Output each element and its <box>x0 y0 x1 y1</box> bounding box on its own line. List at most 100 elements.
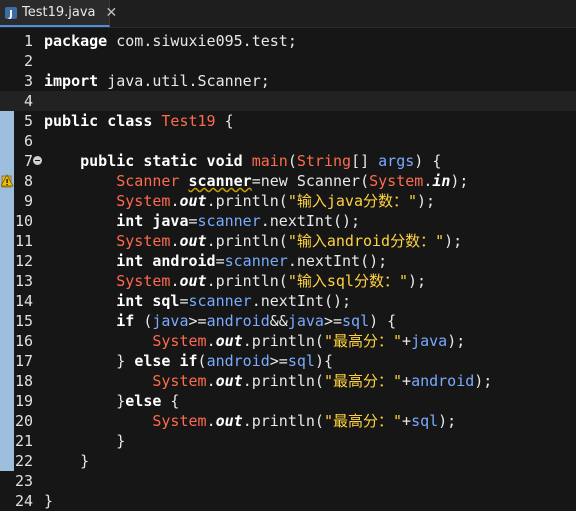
code-line[interactable]: 4 <box>0 91 576 111</box>
code-token: out <box>215 412 243 430</box>
code-text: import java.util.Scanner; <box>44 71 270 91</box>
code-line[interactable]: 13 System.out.println("输入sql分数："); <box>0 271 576 291</box>
code-token: ); <box>474 372 493 390</box>
line-number: 16 <box>14 332 33 350</box>
code-token: } <box>44 452 90 470</box>
code-line[interactable]: 24} <box>0 491 576 511</box>
code-text: int android=scanner.nextInt(); <box>44 251 387 271</box>
warning-icon[interactable] <box>1 174 14 188</box>
close-icon[interactable]: ✕ <box>106 6 118 20</box>
code-token: ( <box>287 152 297 170</box>
line-number: 3 <box>23 72 33 90</box>
code-line[interactable]: 2 <box>0 51 576 71</box>
code-line[interactable]: 19 }else { <box>0 391 576 411</box>
code-token: = <box>179 292 189 310</box>
code-token: + <box>402 332 412 350</box>
code-line[interactable]: 11 System.out.println("输入android分数："); <box>0 231 576 251</box>
code-token: System <box>116 272 171 290</box>
code-line[interactable]: 12 int android=scanner.nextInt(); <box>0 251 576 271</box>
code-line[interactable]: 20 System.out.println("最高分："+sql); <box>0 411 576 431</box>
code-area[interactable]: 1 package com.siwuxie095.test; 2 3 import ja… <box>0 28 576 511</box>
code-token: [] <box>351 152 379 170</box>
code-token: .nextInt(); <box>251 292 352 310</box>
code-token: java.util.Scanner; <box>98 72 270 90</box>
code-line[interactable]: 5 public class Test19 { <box>0 111 576 131</box>
code-line[interactable]: 18 System.out.println("最高分："+android); <box>0 371 576 391</box>
code-token: com.siwuxie095.test; <box>107 32 297 50</box>
tab-title: Test19.java <box>22 5 96 20</box>
code-text: Scanner scanner=new Scanner(System.in); <box>44 171 468 191</box>
code-line[interactable]: 9 System.out.println("输入java分数："); <box>0 191 576 211</box>
fold-toggle-icon[interactable] <box>33 156 42 165</box>
code-text: public class Test19 { <box>44 111 234 131</box>
code-token: System <box>116 232 171 250</box>
code-token: int <box>116 292 144 310</box>
code-token: "输入android分数：" <box>287 232 445 250</box>
code-text: System.out.println("最高分："+android); <box>44 371 492 391</box>
line-number: 19 <box>14 392 33 410</box>
code-token: ){ <box>314 352 333 370</box>
code-line[interactable]: 10 int java=scanner.nextInt(); <box>0 211 576 231</box>
code-token: { <box>161 392 180 410</box>
code-line[interactable]: 3 import java.util.Scanner; <box>0 71 576 91</box>
code-token: import <box>44 72 99 90</box>
code-line[interactable]: 17 } else if(android>=sql){ <box>0 351 576 371</box>
line-number: 8 <box>23 172 33 190</box>
code-token: args <box>378 152 415 170</box>
code-line[interactable]: 22 } <box>0 451 576 471</box>
line-number: 5 <box>23 112 33 130</box>
code-token: android <box>206 312 270 330</box>
code-text: int java=scanner.nextInt(); <box>44 211 360 231</box>
line-number: 1 <box>23 32 33 50</box>
code-token: System <box>152 372 207 390</box>
code-token: . <box>206 372 216 390</box>
code-token: .println( <box>242 372 324 390</box>
code-editor[interactable]: J Test19.java ✕ 1 package com.siwuxie095.… <box>0 0 576 511</box>
code-token: >= <box>188 312 207 330</box>
code-token: = <box>215 252 225 270</box>
code-token: >= <box>269 352 288 370</box>
line-number: 15 <box>14 312 33 330</box>
line-number: 23 <box>14 472 33 490</box>
code-line[interactable]: 6 <box>0 131 576 151</box>
code-line[interactable]: 23 <box>0 471 576 491</box>
code-token: package <box>44 32 108 50</box>
code-token: .println( <box>242 412 324 430</box>
code-token: } <box>44 492 54 510</box>
code-token: out <box>215 332 243 350</box>
code-token: Scanner <box>116 172 180 190</box>
code-line[interactable]: 1 package com.siwuxie095.test; <box>0 31 576 51</box>
code-line[interactable]: 21 } <box>0 431 576 451</box>
code-line[interactable]: 7 public static void main(String[] args)… <box>0 151 576 171</box>
code-token: else if <box>134 352 198 370</box>
line-number: 9 <box>23 192 33 210</box>
code-line[interactable]: 16 System.out.println("最高分："+java); <box>0 331 576 351</box>
code-token: android <box>152 252 216 270</box>
code-text: System.out.println("输入sql分数："); <box>44 271 426 291</box>
code-token: } <box>44 392 126 410</box>
code-token: ); <box>408 272 427 290</box>
code-token: scanner <box>197 212 261 230</box>
code-text: System.out.println("最高分："+java); <box>44 331 465 351</box>
code-line[interactable]: 15 if (java>=android&&java>=sql) { <box>0 311 576 331</box>
code-token: if <box>116 312 135 330</box>
line-number: 21 <box>14 432 33 450</box>
code-line[interactable]: 8 Scanner scanner=new Scanner(System.in)… <box>0 171 576 191</box>
line-number: 18 <box>14 372 33 390</box>
code-token: System <box>152 412 207 430</box>
line-number: 6 <box>23 132 33 150</box>
line-number: 20 <box>14 412 33 430</box>
code-line[interactable]: 14 int sql=scanner.nextInt(); <box>0 291 576 311</box>
code-token: . <box>423 172 433 190</box>
code-text: package com.siwuxie095.test; <box>44 31 297 51</box>
code-token: java <box>152 212 189 230</box>
code-token: sql <box>342 312 370 330</box>
code-token: System <box>369 172 424 190</box>
tab-test19-java[interactable]: J Test19.java ✕ <box>0 0 117 27</box>
